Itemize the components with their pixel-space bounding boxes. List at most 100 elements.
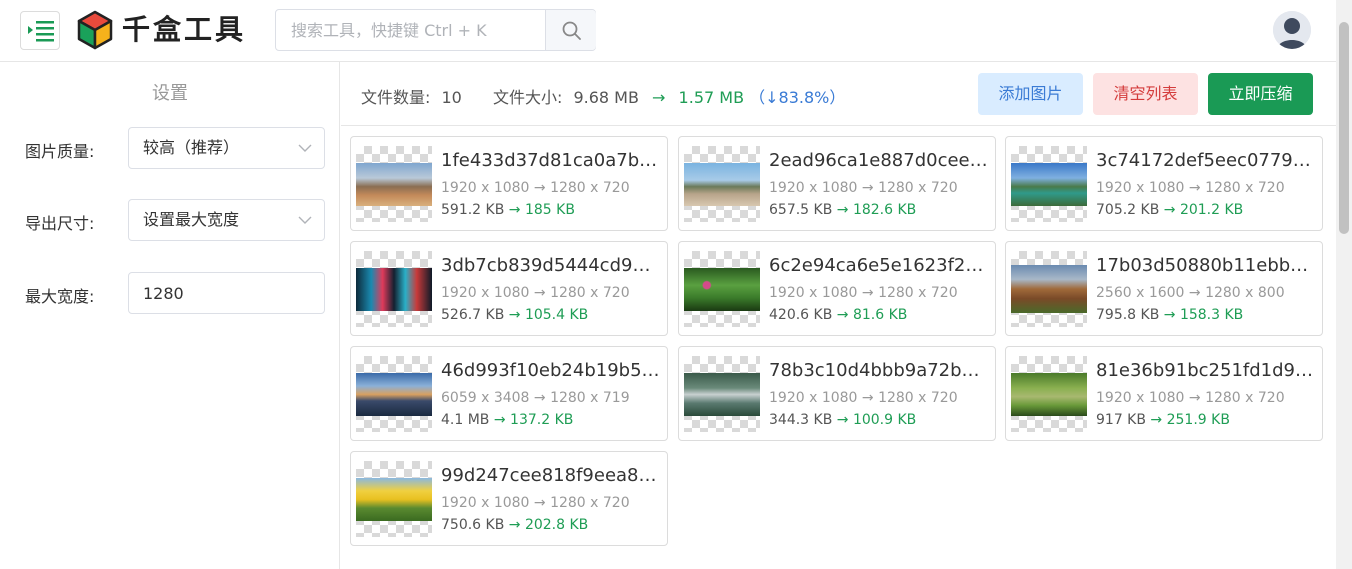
file-dimensions: 1920 x 1080 → 1280 x 720: [769, 285, 958, 301]
quality-select-value: 较高（推荐）: [143, 138, 240, 157]
file-count-label: 文件数量:: [361, 88, 431, 107]
file-name: 78b3c10d4bbb9a72b…: [769, 360, 980, 381]
size-before: 917 KB: [1096, 412, 1146, 428]
file-size-after: 1.57 MB: [678, 88, 745, 107]
compress-now-button[interactable]: 立即压缩: [1208, 73, 1313, 115]
image-thumbnail: [1011, 251, 1087, 327]
file-name: 6c2e94ca6e5e1623f2…: [769, 255, 984, 276]
size-before: 795.8 KB: [1096, 307, 1160, 323]
file-name: 1fe433d37d81ca0a7b…: [441, 150, 658, 171]
file-name: 17b03d50880b11ebb…: [1096, 255, 1309, 276]
compression-saving: （↓83.8%）: [749, 88, 846, 107]
settings-panel: 设置 图片质量: 较高（推荐） 导出尺寸: 设置最大宽度 最大宽度:: [0, 62, 340, 569]
image-thumbnail: [356, 356, 432, 432]
add-images-button[interactable]: 添加图片: [978, 73, 1083, 115]
image-thumbnail: [684, 356, 760, 432]
search-input[interactable]: [276, 10, 545, 50]
file-card[interactable]: 3db7cb839d5444cd9… 1920 x 1080 → 1280 x …: [350, 241, 668, 336]
export-size-select[interactable]: 设置最大宽度: [128, 199, 325, 241]
file-sizes: 4.1 MB → 137.2 KB: [441, 412, 573, 428]
chevron-down-icon: [298, 144, 312, 152]
file-count-value: 10: [441, 88, 462, 107]
max-width-input[interactable]: [128, 272, 325, 314]
image-thumbnail: [1011, 146, 1087, 222]
image-thumbnail: [356, 461, 432, 537]
size-after: → 100.9 KB: [836, 412, 917, 428]
scrollbar-thumb[interactable]: [1339, 22, 1349, 234]
size-arrow: →: [652, 88, 666, 107]
file-card[interactable]: 17b03d50880b11ebb… 2560 x 1600 → 1280 x …: [1005, 241, 1323, 336]
file-dimensions: 1920 x 1080 → 1280 x 720: [769, 180, 958, 196]
size-after: → 182.6 KB: [836, 202, 917, 218]
size-after: → 158.3 KB: [1163, 307, 1244, 323]
page-scrollbar[interactable]: [1336, 0, 1352, 569]
file-dimensions: 6059 x 3408 → 1280 x 719: [441, 390, 630, 406]
brand-title[interactable]: 千盒工具: [122, 12, 246, 48]
export-size-select-value: 设置最大宽度: [143, 210, 240, 229]
file-name: 46d993f10eb24b19b5…: [441, 360, 660, 381]
export-size-label: 导出尺寸:: [25, 214, 95, 233]
file-size-before: 9.68 MB: [573, 88, 639, 107]
file-dimensions: 1920 x 1080 → 1280 x 720: [441, 495, 630, 511]
file-sizes: 420.6 KB → 81.6 KB: [769, 307, 907, 323]
file-card[interactable]: 2ead96ca1e887d0cee… 1920 x 1080 → 1280 x…: [678, 136, 996, 231]
size-after: → 185 KB: [508, 202, 575, 218]
logo-cube-icon[interactable]: [76, 10, 114, 50]
file-sizes: 917 KB → 251.9 KB: [1096, 412, 1230, 428]
image-thumbnail: [684, 251, 760, 327]
file-name: 81e36b91bc251fd1d9…: [1096, 360, 1313, 381]
file-card[interactable]: 6c2e94ca6e5e1623f2… 1920 x 1080 → 1280 x…: [678, 241, 996, 336]
size-before: 4.1 MB: [441, 412, 490, 428]
quality-label: 图片质量:: [25, 142, 95, 161]
size-after: → 202.8 KB: [508, 517, 589, 533]
size-after: → 251.9 KB: [1150, 412, 1230, 428]
file-card[interactable]: 3c74172def5eec0779… 1920 x 1080 → 1280 x…: [1005, 136, 1323, 231]
size-before: 750.6 KB: [441, 517, 505, 533]
file-dimensions: 1920 x 1080 → 1280 x 720: [1096, 180, 1285, 196]
file-sizes: 795.8 KB → 158.3 KB: [1096, 307, 1243, 323]
file-stats: 文件数量: 10 文件大小: 9.68 MB → 1.57 MB （↓83.8%…: [361, 84, 845, 108]
image-thumbnail: [1011, 356, 1087, 432]
size-before: 591.2 KB: [441, 202, 505, 218]
file-size-label: 文件大小:: [492, 88, 563, 107]
user-avatar[interactable]: [1273, 11, 1311, 49]
quality-select[interactable]: 较高（推荐）: [128, 127, 325, 169]
search-button[interactable]: [545, 10, 596, 50]
file-list-panel: 文件数量: 10 文件大小: 9.68 MB → 1.57 MB （↓83.8%…: [341, 62, 1336, 569]
file-name: 2ead96ca1e887d0cee…: [769, 150, 988, 171]
size-before: 344.3 KB: [769, 412, 833, 428]
file-card[interactable]: 46d993f10eb24b19b5… 6059 x 3408 → 1280 x…: [350, 346, 668, 441]
size-before: 657.5 KB: [769, 202, 833, 218]
size-after: → 81.6 KB: [836, 307, 908, 323]
menu-fold-icon: [28, 21, 54, 42]
settings-title: 设置: [152, 83, 188, 104]
image-thumbnail: [356, 251, 432, 327]
size-before: 526.7 KB: [441, 307, 505, 323]
size-before: 705.2 KB: [1096, 202, 1160, 218]
file-card[interactable]: 81e36b91bc251fd1d9… 1920 x 1080 → 1280 x…: [1005, 346, 1323, 441]
file-card[interactable]: 1fe433d37d81ca0a7b… 1920 x 1080 → 1280 x…: [350, 136, 668, 231]
file-dimensions: 1920 x 1080 → 1280 x 720: [769, 390, 958, 406]
sidebar-toggle-button[interactable]: [20, 11, 60, 50]
size-before: 420.6 KB: [769, 307, 833, 323]
file-sizes: 750.6 KB → 202.8 KB: [441, 517, 588, 533]
search-icon: [562, 21, 581, 40]
file-dimensions: 2560 x 1600 → 1280 x 800: [1096, 285, 1285, 301]
size-after: → 201.2 KB: [1163, 202, 1244, 218]
file-card[interactable]: 99d247cee818f9eea8… 1920 x 1080 → 1280 x…: [350, 451, 668, 546]
file-name: 3db7cb839d5444cd9…: [441, 255, 651, 276]
size-after: → 137.2 KB: [493, 412, 574, 428]
file-sizes: 657.5 KB → 182.6 KB: [769, 202, 916, 218]
file-sizes: 705.2 KB → 201.2 KB: [1096, 202, 1243, 218]
image-thumbnail: [684, 146, 760, 222]
file-dimensions: 1920 x 1080 → 1280 x 720: [441, 285, 630, 301]
clear-list-button[interactable]: 清空列表: [1093, 73, 1198, 115]
app-header: 千盒工具: [0, 0, 1336, 62]
toolbar-divider: [341, 125, 1336, 126]
image-thumbnail: [356, 146, 432, 222]
chevron-down-icon: [298, 216, 312, 224]
file-sizes: 591.2 KB → 185 KB: [441, 202, 575, 218]
file-name: 3c74172def5eec0779…: [1096, 150, 1311, 171]
search-box: [275, 9, 596, 51]
file-card[interactable]: 78b3c10d4bbb9a72b… 1920 x 1080 → 1280 x …: [678, 346, 996, 441]
